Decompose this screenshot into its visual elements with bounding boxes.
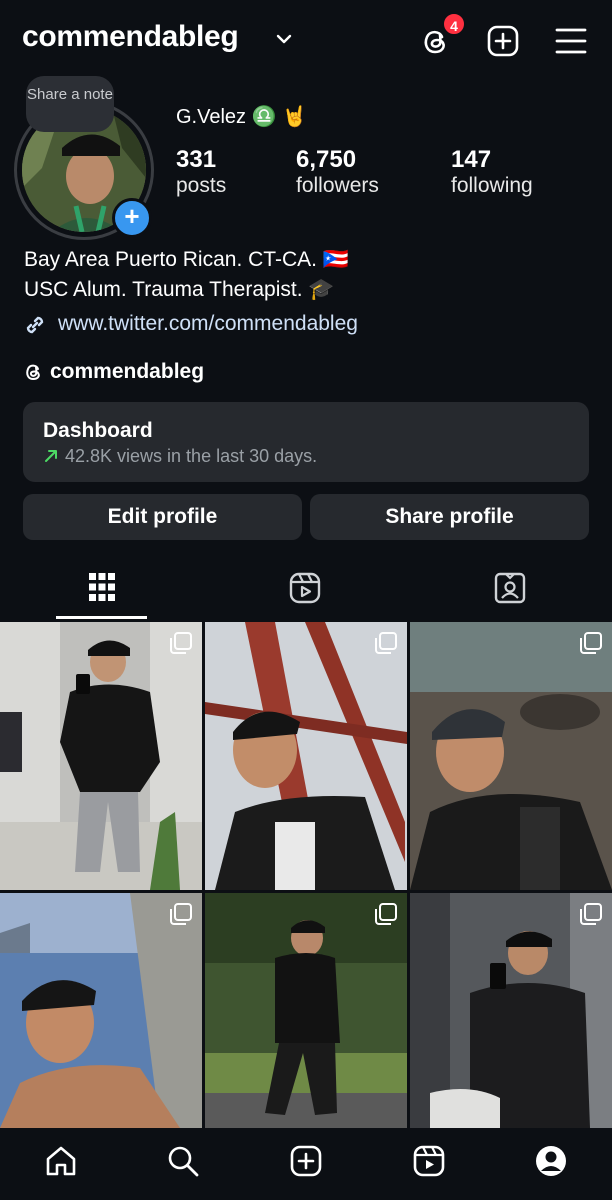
post-tile[interactable] — [410, 622, 612, 890]
dashboard-title: Dashboard — [43, 419, 153, 442]
followers-stat[interactable]: 6,750 followers — [296, 146, 379, 198]
carousel-icon — [375, 632, 397, 654]
threads-handle[interactable]: commendableg — [50, 360, 204, 384]
carousel-icon — [170, 632, 192, 654]
home-icon[interactable] — [44, 1144, 78, 1178]
edit-profile-button[interactable]: Edit profile — [23, 494, 302, 540]
link-icon — [22, 312, 48, 338]
post-tile[interactable] — [205, 622, 407, 890]
bottom-nav — [0, 1128, 612, 1200]
dashboard-views: 42.8K views in the last 30 days. — [65, 446, 318, 466]
post-tile[interactable] — [205, 893, 407, 1161]
search-icon[interactable] — [166, 1144, 200, 1178]
notification-badge: 4 — [442, 12, 466, 36]
profile-icon[interactable] — [534, 1144, 568, 1178]
menu-icon[interactable] — [554, 26, 588, 56]
reels-tab-icon[interactable] — [289, 572, 321, 604]
post-tile[interactable] — [0, 893, 202, 1161]
following-label: following — [451, 174, 533, 197]
create-icon[interactable] — [289, 1144, 323, 1178]
post-tile[interactable] — [0, 622, 202, 890]
followers-label: followers — [296, 174, 379, 197]
share-profile-button[interactable]: Share profile — [310, 494, 589, 540]
following-stat[interactable]: 147 following — [451, 146, 533, 198]
bio-line-2: USC Alum. Trauma Therapist. 🎓 — [24, 278, 335, 301]
active-tab-indicator — [56, 616, 147, 619]
bio-link[interactable]: www.twitter.com/commendableg — [58, 312, 358, 336]
grid-tab-icon[interactable] — [88, 572, 116, 602]
trend-up-icon — [43, 448, 59, 464]
profile-username[interactable]: commendableg — [22, 20, 239, 54]
posts-count: 331 — [176, 146, 217, 173]
display-name: G.Velez ♎️ 🤘 — [176, 106, 307, 128]
bio-line-1: Bay Area Puerto Rican. CT-CA. 🇵🇷 — [24, 248, 349, 271]
tagged-tab-icon[interactable] — [494, 572, 526, 604]
carousel-icon — [375, 903, 397, 925]
threads-handle-icon — [22, 361, 44, 383]
carousel-icon — [170, 903, 192, 925]
carousel-icon — [580, 903, 602, 925]
posts-stat[interactable]: 331 posts — [176, 146, 226, 198]
professional-dashboard[interactable]: Dashboard 42.8K views in the last 30 day… — [23, 402, 589, 482]
share-note-bubble[interactable]: Share a note — [26, 76, 114, 132]
reels-icon[interactable] — [412, 1144, 446, 1178]
carousel-icon — [580, 632, 602, 654]
following-count: 147 — [451, 146, 492, 173]
post-tile[interactable] — [410, 893, 612, 1161]
posts-label: posts — [176, 174, 227, 197]
chevron-down-icon[interactable] — [276, 33, 292, 45]
create-post-icon[interactable] — [486, 24, 520, 58]
followers-count: 6,750 — [296, 146, 357, 173]
add-story-button[interactable]: + — [112, 198, 152, 238]
